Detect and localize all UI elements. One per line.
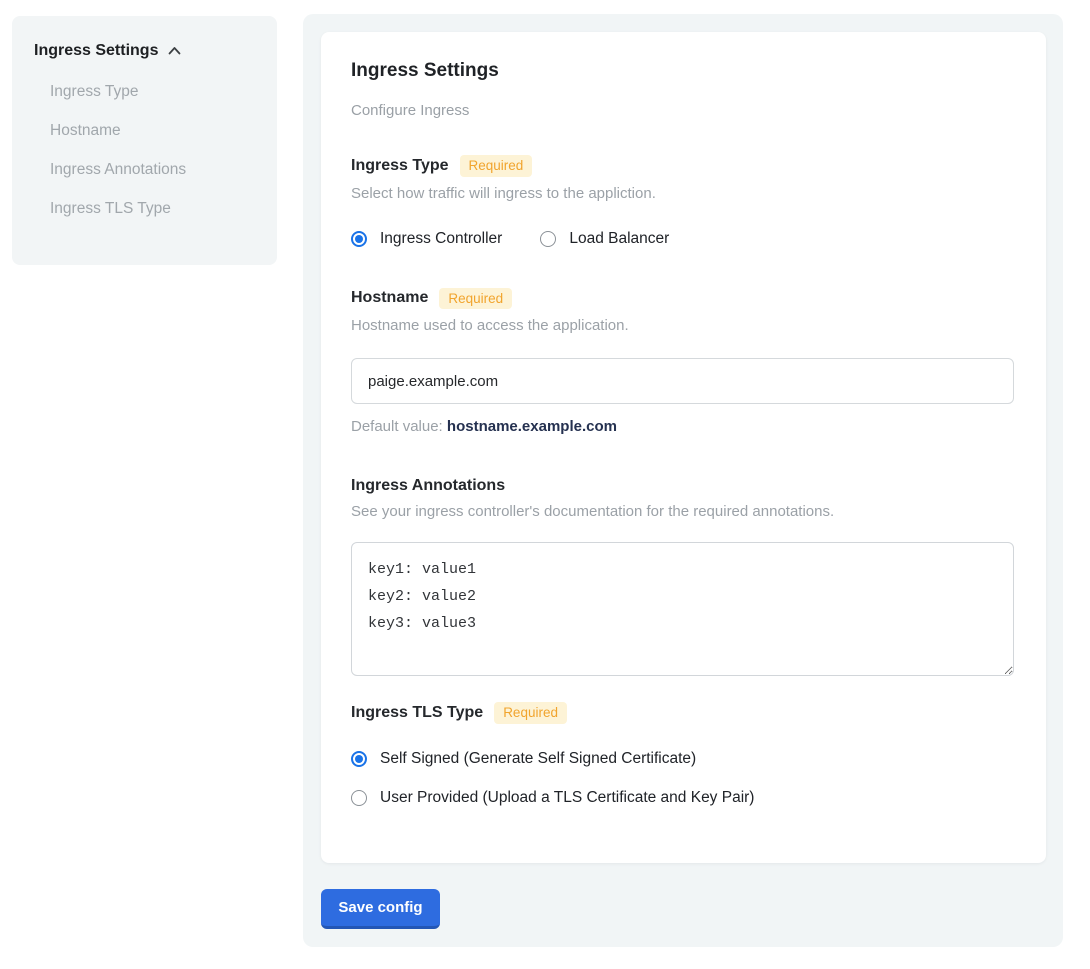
hostname-label: Hostname xyxy=(351,289,428,307)
sidebar-item-ingress-tls-type[interactable]: Ingress TLS Type xyxy=(50,189,255,228)
sidebar-item-hostname[interactable]: Hostname xyxy=(50,111,255,150)
default-value-label: Default value: xyxy=(351,418,443,435)
radio-option-ingress-controller[interactable]: Ingress Controller xyxy=(351,230,502,248)
page-subtitle: Configure Ingress xyxy=(351,102,1016,119)
hostname-section: Hostname Required Hostname used to acces… xyxy=(351,288,1016,436)
radio-option-label: User Provided (Upload a TLS Certificate … xyxy=(380,789,754,807)
radio-selected-icon[interactable] xyxy=(351,231,367,247)
settings-sidebar: Ingress Settings Ingress Type Hostname I… xyxy=(12,16,277,265)
ingress-annotations-section: Ingress Annotations See your ingress con… xyxy=(351,477,1016,676)
sidebar-section-title: Ingress Settings xyxy=(34,42,158,60)
hostname-input[interactable] xyxy=(351,358,1014,404)
required-badge: Required xyxy=(439,288,512,310)
radio-option-load-balancer[interactable]: Load Balancer xyxy=(540,230,669,248)
ingress-type-radio-group: Ingress Controller Load Balancer xyxy=(351,230,1016,248)
radio-unselected-icon[interactable] xyxy=(351,790,367,806)
ingress-tls-type-section: Ingress TLS Type Required Self Signed (G… xyxy=(351,702,1016,807)
ingress-settings-card: Ingress Settings Configure Ingress Ingre… xyxy=(321,32,1046,863)
ingress-tls-radio-group: Self Signed (Generate Self Signed Certif… xyxy=(351,750,1016,807)
required-badge: Required xyxy=(460,155,533,177)
annotations-textarea[interactable]: key1: value1 key2: value2 key3: value3 xyxy=(351,542,1014,676)
radio-selected-icon[interactable] xyxy=(351,751,367,767)
ingress-type-section: Ingress Type Required Select how traffic… xyxy=(351,155,1016,248)
hostname-default-note: Default value: hostname.example.com xyxy=(351,418,1016,435)
radio-option-self-signed[interactable]: Self Signed (Generate Self Signed Certif… xyxy=(351,750,1016,768)
required-badge: Required xyxy=(494,702,567,724)
ingress-annotations-help: See your ingress controller's documentat… xyxy=(351,503,1016,520)
ingress-tls-type-label: Ingress TLS Type xyxy=(351,704,483,722)
radio-unselected-icon[interactable] xyxy=(540,231,556,247)
radio-option-user-provided[interactable]: User Provided (Upload a TLS Certificate … xyxy=(351,789,1016,807)
default-value-text: hostname.example.com xyxy=(447,418,617,435)
ingress-type-label: Ingress Type xyxy=(351,157,449,175)
radio-option-label: Ingress Controller xyxy=(380,230,502,248)
sidebar-section-toggle[interactable]: Ingress Settings xyxy=(34,42,255,60)
radio-option-label: Load Balancer xyxy=(569,230,669,248)
save-config-button[interactable]: Save config xyxy=(321,889,440,929)
chevron-up-icon xyxy=(167,45,182,57)
ingress-annotations-label: Ingress Annotations xyxy=(351,477,505,495)
hostname-help: Hostname used to access the application. xyxy=(351,317,1016,334)
sidebar-item-list: Ingress Type Hostname Ingress Annotation… xyxy=(34,72,255,228)
sidebar-item-ingress-type[interactable]: Ingress Type xyxy=(50,72,255,111)
page-title: Ingress Settings xyxy=(351,60,1016,82)
sidebar-item-ingress-annotations[interactable]: Ingress Annotations xyxy=(50,150,255,189)
radio-option-label: Self Signed (Generate Self Signed Certif… xyxy=(380,750,696,768)
ingress-settings-panel: Ingress Settings Configure Ingress Ingre… xyxy=(303,14,1063,947)
ingress-type-help: Select how traffic will ingress to the a… xyxy=(351,185,1016,202)
